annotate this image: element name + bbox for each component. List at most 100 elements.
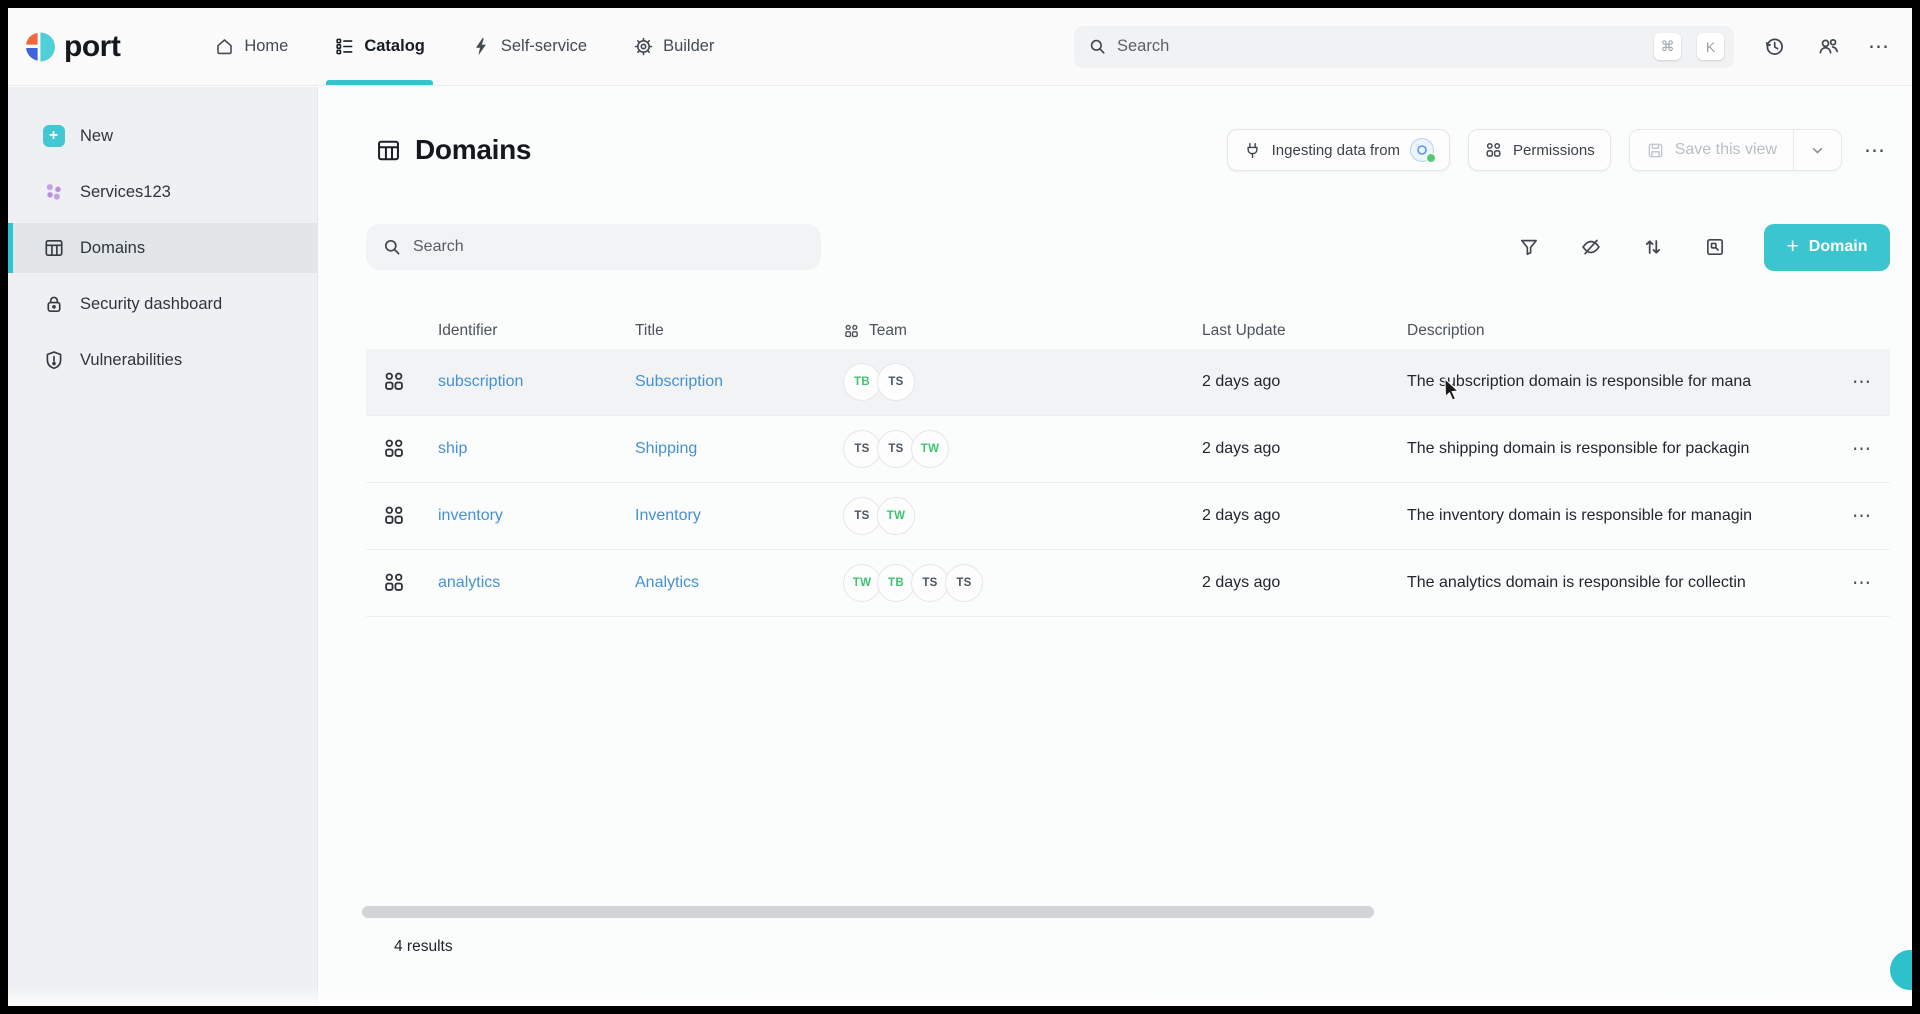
group-by-icon (1704, 236, 1726, 258)
table-icon (375, 137, 402, 164)
avatar[interactable]: TS (877, 363, 915, 401)
search-icon (1088, 37, 1107, 56)
search-icon (382, 237, 402, 257)
team-members-button[interactable] (1814, 33, 1842, 61)
nav-tab-builder[interactable]: Builder (625, 8, 722, 85)
title-link[interactable]: Inventory (619, 507, 827, 525)
domain-entity-icon (366, 370, 422, 394)
topbar-more-button[interactable]: ⋯ (1868, 36, 1890, 57)
avatar[interactable]: TS (945, 564, 983, 602)
identifier-link[interactable]: ship (422, 440, 619, 458)
nav-tab-self-service[interactable]: Self-service (463, 8, 595, 85)
column-header-team[interactable]: Team (827, 322, 1186, 340)
table-row[interactable]: analytics Analytics TW TB TS TS 2 days a… (366, 550, 1890, 617)
sidebar-item-vulnerabilities[interactable]: Vulnerabilities (8, 335, 317, 385)
horizontal-scrollbar[interactable] (362, 906, 1374, 918)
group-by-button[interactable] (1702, 234, 1728, 260)
sidebar-label-security-dashboard: Security dashboard (80, 295, 222, 314)
row-menu-button[interactable]: ⋯ (1834, 371, 1890, 394)
sort-arrows-icon (1642, 236, 1664, 258)
save-view-button-group: Save this view (1629, 129, 1842, 171)
page-more-button[interactable]: ⋯ (1860, 138, 1890, 163)
nav-label-home: Home (244, 37, 288, 56)
nav-tab-catalog[interactable]: Catalog (326, 8, 433, 85)
sidebar-item-domains[interactable]: Domains (8, 223, 317, 273)
permissions-label: Permissions (1513, 142, 1595, 159)
team-avatars: TS TS TW (827, 430, 1186, 468)
funnel-icon (1518, 236, 1540, 258)
chevron-down-icon (1808, 141, 1827, 160)
primary-nav: Home Catalog Self-service (206, 8, 722, 85)
column-header-description[interactable]: Description (1391, 322, 1834, 340)
history-button[interactable] (1760, 33, 1788, 61)
hide-columns-button[interactable] (1578, 234, 1604, 260)
row-menu-button[interactable]: ⋯ (1834, 438, 1890, 461)
cluster-icon (42, 181, 65, 204)
avatar[interactable]: TW (843, 564, 881, 602)
avatar[interactable]: TW (911, 430, 949, 468)
nav-label-self-service: Self-service (501, 37, 587, 56)
row-menu-button[interactable]: ⋯ (1834, 572, 1890, 595)
ingesting-data-label: Ingesting data from (1272, 142, 1400, 159)
save-view-button[interactable]: Save this view (1630, 130, 1793, 170)
title-link[interactable]: Shipping (619, 440, 827, 458)
team-avatars: TB TS (827, 363, 1186, 401)
integration-avatar (1410, 138, 1434, 162)
row-menu-button[interactable]: ⋯ (1834, 505, 1890, 528)
global-search-bar[interactable]: ⌘ K (1074, 26, 1734, 68)
save-view-dropdown-button[interactable] (1793, 130, 1841, 170)
identifier-link[interactable]: analytics (422, 574, 619, 592)
sidebar-label-vulnerabilities: Vulnerabilities (80, 351, 182, 370)
table-search-bar[interactable] (366, 224, 821, 270)
description-cell: The inventory domain is responsible for … (1391, 507, 1834, 525)
avatar[interactable]: TS (843, 430, 881, 468)
table-search-input[interactable] (413, 238, 805, 256)
save-view-label: Save this view (1675, 141, 1777, 159)
last-update-cell: 2 days ago (1186, 440, 1391, 458)
title-link[interactable]: Analytics (619, 574, 827, 592)
floppy-disk-icon (1646, 141, 1665, 160)
sidebar-item-services123[interactable]: Services123 (8, 167, 317, 217)
ingesting-data-button[interactable]: Ingesting data from (1227, 129, 1450, 171)
avatar[interactable]: TS (877, 430, 915, 468)
nav-tab-home[interactable]: Home (206, 8, 296, 85)
global-search-input[interactable] (1117, 37, 1644, 56)
filter-button[interactable] (1516, 234, 1542, 260)
table-row[interactable]: subscription Subscription TB TS 2 days a… (366, 349, 1890, 416)
avatar[interactable]: TB (843, 363, 881, 401)
avatar[interactable]: TS (911, 564, 949, 602)
history-clock-icon (1763, 35, 1786, 58)
status-dot (1426, 153, 1436, 163)
table-row[interactable]: inventory Inventory TS TW 2 days ago The… (366, 483, 1890, 550)
domain-entity-icon (366, 504, 422, 528)
add-domain-button[interactable]: + Domain (1764, 224, 1890, 271)
sort-button[interactable] (1640, 234, 1666, 260)
column-header-title[interactable]: Title (619, 322, 827, 340)
avatar[interactable]: TS (843, 497, 881, 535)
nav-label-builder: Builder (663, 37, 714, 56)
results-count: 4 results (394, 938, 453, 956)
plug-icon (1243, 141, 1262, 160)
table-row[interactable]: ship Shipping TS TS TW 2 days ago The sh… (366, 416, 1890, 483)
title-link[interactable]: Subscription (619, 373, 827, 391)
shield-alert-icon (42, 349, 65, 372)
port-logo[interactable]: port (22, 29, 120, 65)
column-header-last-update[interactable]: Last Update (1186, 322, 1391, 340)
users-icon (1817, 35, 1840, 58)
catalog-sidebar: + New Services123 Domains (8, 87, 318, 1006)
sidebar-item-security-dashboard[interactable]: Security dashboard (8, 279, 317, 329)
sidebar-label-new: New (80, 127, 113, 146)
page-title: Domains (415, 134, 531, 166)
lock-icon (42, 293, 65, 316)
identifier-link[interactable]: subscription (422, 373, 619, 391)
avatar[interactable]: TB (877, 564, 915, 602)
identifier-link[interactable]: inventory (422, 507, 619, 525)
top-navigation-bar: port Home Catalog (8, 8, 1912, 86)
sidebar-item-new[interactable]: + New (8, 111, 317, 161)
column-header-identifier[interactable]: Identifier (422, 322, 619, 340)
table-icon (42, 237, 65, 260)
table-header-row: Identifier Title Team Last Update Descri… (366, 313, 1890, 349)
permissions-button[interactable]: Permissions (1468, 129, 1611, 171)
avatar[interactable]: TW (877, 497, 915, 535)
catalog-icon (334, 36, 355, 57)
